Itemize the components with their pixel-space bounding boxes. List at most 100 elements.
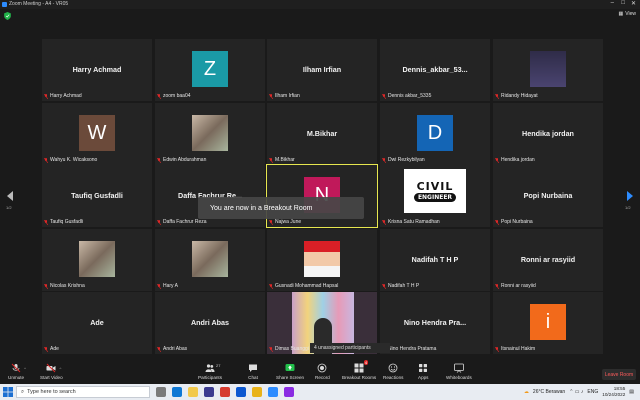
- participant-label: Dwi Rezkybilyan: [382, 157, 425, 163]
- whiteboards-button[interactable]: Whiteboards: [446, 363, 472, 380]
- participant-tile[interactable]: CIVIL ENGINEER Krisna Satu Ramadhan: [380, 165, 490, 227]
- breakout-rooms-button[interactable]: 4 Breakout Rooms: [342, 360, 376, 380]
- store-icon[interactable]: [204, 387, 214, 397]
- muted-microphone-icon: [157, 346, 161, 352]
- record-button[interactable]: Record: [315, 363, 330, 380]
- notifications-icon[interactable]: ▤: [629, 389, 634, 395]
- minimize-button[interactable]: –: [611, 0, 614, 6]
- participant-label: Nadifah T H P: [382, 283, 419, 289]
- chevron-up-icon[interactable]: ^: [24, 366, 26, 371]
- participant-label-text: Nadifah T H P: [388, 283, 420, 289]
- task-view-icon[interactable]: [156, 387, 166, 397]
- reactions-button[interactable]: Reactions: [383, 363, 403, 380]
- participant-label: Hendika jordan: [495, 157, 535, 163]
- page-indicator-right: 1/2: [625, 205, 631, 210]
- leave-room-button[interactable]: Leave Room: [602, 369, 636, 380]
- taskbar-search-input[interactable]: ⌕ Type here to search: [16, 386, 150, 398]
- file-explorer-icon[interactable]: [188, 387, 198, 397]
- participant-name: Ilham Irfian: [302, 65, 342, 74]
- participant-tile[interactable]: Hary A: [155, 229, 265, 291]
- participant-tile[interactable]: Zzoom baa04: [155, 39, 265, 101]
- chat-button[interactable]: Chat: [248, 363, 258, 380]
- participant-tile[interactable]: W Wahyu K. Wicaksono: [42, 103, 152, 165]
- previous-page-arrow-icon[interactable]: [7, 191, 13, 201]
- participant-tile[interactable]: Ronni ar rasyiid Ronni ar rasyiid: [493, 229, 603, 291]
- chevron-up-icon[interactable]: ^: [59, 366, 61, 371]
- taskbar-clock[interactable]: 18:55 10/24/2022: [602, 386, 625, 398]
- participant-tile[interactable]: Popi Nurbaina Popi Nurbaina: [493, 165, 603, 227]
- apps-button[interactable]: Apps: [418, 363, 428, 380]
- next-page-arrow-icon[interactable]: [627, 191, 633, 201]
- tray-icons[interactable]: ⌃ ▭ ♪: [569, 389, 583, 395]
- participant-label-text: Ilham Irfian: [275, 93, 300, 99]
- windows-start-icon[interactable]: [3, 387, 13, 397]
- participant-label: Ridandy Hidayat: [495, 93, 538, 99]
- unmute-label: Unmute: [8, 375, 25, 380]
- participant-label: Dennis akbar_5335: [382, 93, 431, 99]
- participants-count: 27: [216, 363, 221, 368]
- participant-tile[interactable]: Nicolas Krishna: [42, 229, 152, 291]
- participant-label: Harry Achmad: [44, 93, 82, 99]
- maximize-button[interactable]: □: [621, 0, 625, 6]
- participant-tile[interactable]: Gusnadi Mohammad Hapsal: [267, 229, 377, 291]
- participant-tile[interactable]: Nino Hendra Pra... Nino Hendra Pratama: [380, 292, 490, 354]
- share-screen-button[interactable]: Share Screen: [276, 363, 304, 380]
- participant-tile[interactable]: Ridandy Hidayat: [493, 39, 603, 101]
- participant-name: Nadifah T H P: [411, 255, 459, 264]
- unassigned-participants-notice[interactable]: 4 unassigned participants: [310, 343, 390, 353]
- participant-label: Ronni ar rasyiid: [495, 283, 536, 289]
- participant-label-text: Taufiq Gusfadli: [50, 219, 84, 225]
- zoom-taskbar-icon[interactable]: [268, 387, 278, 397]
- participant-tile[interactable]: Nadifah T H P Nadifah T H P: [380, 229, 490, 291]
- word-icon[interactable]: [236, 387, 246, 397]
- participant-tile[interactable]: Andri Abas Andri Abas: [155, 292, 265, 354]
- muted-microphone-icon: [44, 157, 48, 163]
- participant-tile[interactable]: Ade Ade: [42, 292, 152, 354]
- edge-browser-icon[interactable]: [172, 387, 182, 397]
- share-screen-icon: [285, 363, 295, 373]
- participant-tile[interactable]: Edwin Abdurahman: [155, 103, 265, 165]
- participant-label: Dimas Buanggi: [269, 346, 309, 352]
- profile-photo: [192, 115, 228, 151]
- language-indicator[interactable]: ENG: [587, 389, 598, 395]
- participant-label-text: Dwi Rezkybilyan: [388, 157, 425, 163]
- avatar: W: [79, 115, 115, 151]
- chat-label: Chat: [248, 375, 258, 380]
- unmute-button[interactable]: ^ Unmute: [8, 363, 26, 380]
- participant-label: Nicolas Krishna: [44, 283, 85, 289]
- chrome-icon[interactable]: [252, 387, 262, 397]
- view-button[interactable]: ▦ View: [619, 11, 636, 17]
- participant-label: Andri Abas: [157, 346, 187, 352]
- reactions-label: Reactions: [383, 375, 404, 380]
- participant-tile[interactable]: M.Bikhar M.Bikhar: [267, 103, 377, 165]
- participant-label-text: Itsnainul Hakim: [501, 346, 536, 352]
- participant-label: Ade: [44, 346, 59, 352]
- participant-label-text: Wahyu K. Wicaksono: [50, 157, 98, 163]
- grid-icon: ▦: [618, 11, 624, 17]
- app-icon[interactable]: [284, 387, 294, 397]
- participant-label: M.Bikhar: [269, 157, 295, 163]
- start-video-button[interactable]: ^ Start Video: [40, 363, 63, 380]
- close-button[interactable]: ✕: [631, 0, 636, 7]
- participant-tile[interactable]: Hendika jordan Hendika jordan: [493, 103, 603, 165]
- participant-tile[interactable]: Harry Achmad Harry Achmad: [42, 39, 152, 101]
- participant-label-text: Gusnadi Mohammad Hapsal: [275, 283, 339, 289]
- muted-microphone-icon: ^: [11, 363, 26, 373]
- participant-tile[interactable]: Dennis_akbar_53... Dennis akbar_5335: [380, 39, 490, 101]
- security-shield-icon[interactable]: [4, 12, 11, 20]
- apps-label: Apps: [418, 375, 429, 380]
- taskbar-search-placeholder: Type here to search: [27, 389, 76, 395]
- participant-label-text: Daffa Fachrur Reza: [163, 219, 207, 225]
- participant-tile[interactable]: i Itsnainul Hakim: [493, 292, 603, 354]
- video-off-icon: ^: [46, 363, 61, 373]
- participant-label-text: Ridandy Hidayat: [501, 93, 538, 99]
- muted-microphone-icon: [269, 157, 273, 163]
- participant-label-text: Edwin Abdurahman: [163, 157, 207, 163]
- participant-tile[interactable]: Ilham Irfian Ilham Irfian: [267, 39, 377, 101]
- mail-icon[interactable]: [220, 387, 230, 397]
- civil-engineer-logo: CIVIL ENGINEER: [404, 169, 466, 213]
- participants-button[interactable]: 27 Participants: [198, 363, 222, 380]
- participant-tile[interactable]: D Dwi Rezkybilyan: [380, 103, 490, 165]
- participant-label-text: Krisna Satu Ramadhan: [388, 219, 440, 225]
- participant-tile[interactable]: Taufiq Gusfadli Taufiq Gusfadli: [42, 165, 152, 227]
